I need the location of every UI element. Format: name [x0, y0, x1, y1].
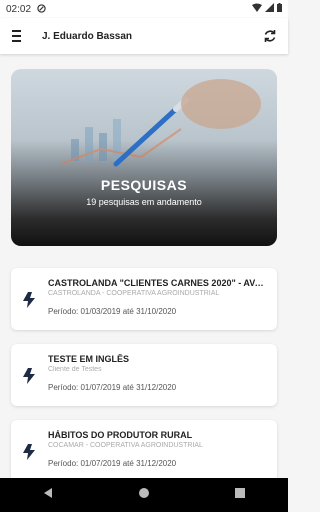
app-bar: J. Eduardo Bassan [0, 18, 288, 54]
recents-icon[interactable] [234, 486, 246, 504]
survey-card[interactable]: HÁBITOS DO PRODUTOR RURAL COCAMAR - COOP… [11, 420, 277, 482]
status-bar: 02:02 [0, 0, 288, 18]
survey-card[interactable]: CASTROLANDA "CLIENTES CARNES 2020" - AVA… [11, 268, 277, 330]
home-icon[interactable] [138, 486, 150, 504]
bolt-icon [23, 444, 35, 460]
system-navigation-bar [0, 478, 288, 512]
banner-title: PESQUISAS [100, 177, 188, 193]
survey-title: TESTE EM INGLÊS [48, 354, 130, 364]
signal-icon [265, 3, 274, 15]
back-icon[interactable] [42, 486, 54, 504]
survey-period: Período: 01/07/2019 até 31/12/2020 [48, 459, 177, 468]
battery-icon [277, 3, 282, 15]
status-time: 02:02 [6, 3, 32, 15]
survey-organization: CASTROLANDA - COOPERATIVA AGROINDUSTRIAL [48, 290, 220, 297]
bolt-icon [23, 292, 35, 308]
refresh-icon[interactable] [262, 28, 278, 44]
survey-period: Período: 01/03/2019 até 31/10/2020 [48, 307, 177, 316]
page-title: J. Eduardo Bassan [42, 30, 133, 42]
banner-subtitle: 19 pesquisas em andamento [86, 197, 202, 207]
surveys-banner[interactable]: PESQUISAS 19 pesquisas em andamento [11, 69, 277, 246]
survey-card[interactable]: TESTE EM INGLÊS Cliente de Testes Períod… [11, 344, 277, 406]
survey-title: CASTROLANDA "CLIENTES CARNES 2020" - AVA… [48, 278, 269, 288]
survey-organization: Cliente de Testes [48, 366, 102, 373]
survey-title: HÁBITOS DO PRODUTOR RURAL [48, 430, 193, 440]
notification-icon [37, 3, 46, 15]
bolt-icon [23, 368, 35, 384]
survey-period: Período: 01/07/2019 até 31/12/2020 [48, 383, 177, 392]
menu-icon[interactable] [12, 30, 28, 42]
survey-organization: COCAMAR - COOPERATIVA AGROINDUSTRIAL [48, 442, 203, 449]
banner-illustration [60, 79, 261, 167]
wifi-icon [252, 3, 262, 15]
